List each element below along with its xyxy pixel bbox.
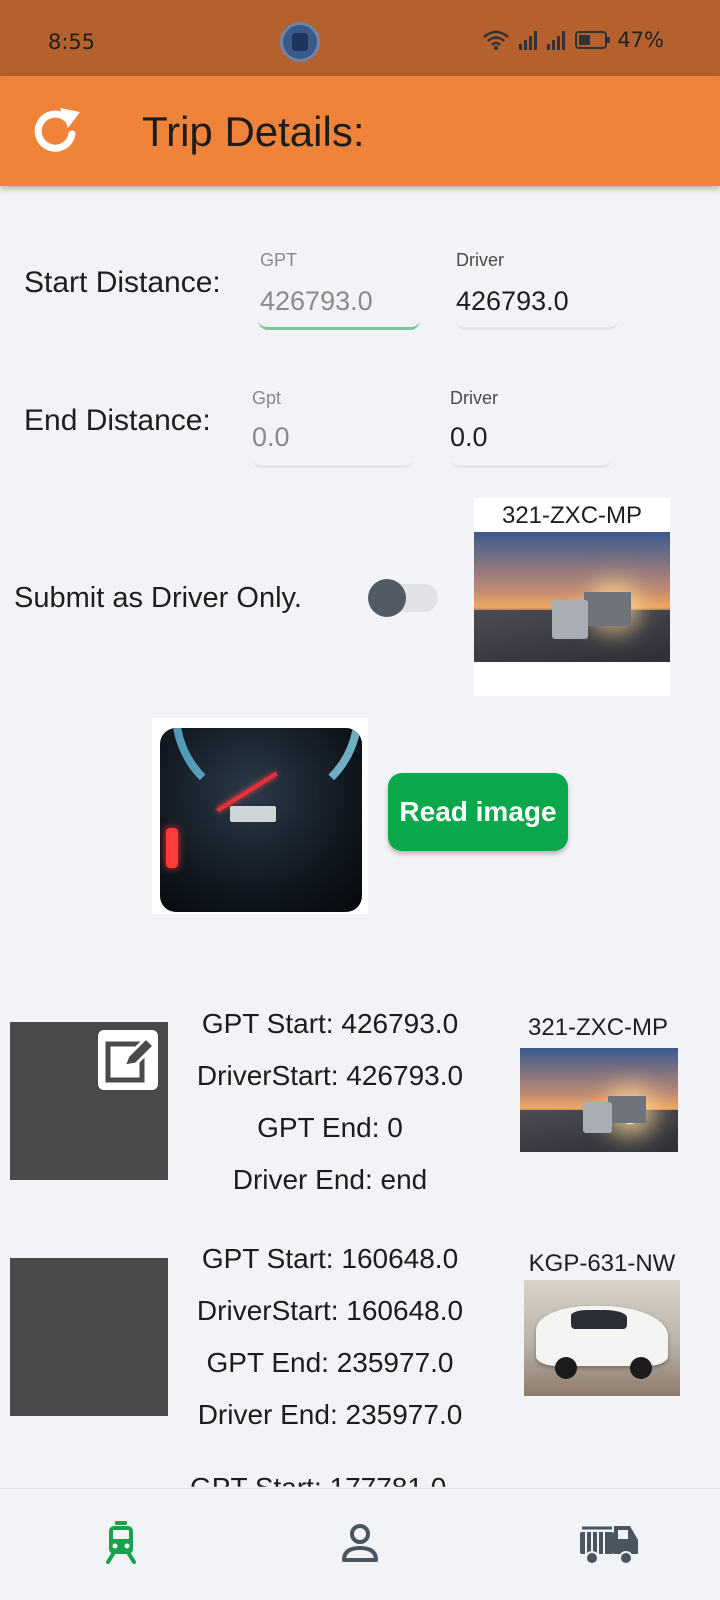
- page-title: Trip Details:: [142, 108, 365, 155]
- start-gpt-label: GPT: [260, 250, 298, 270]
- trip-thumbnail: [10, 1258, 168, 1416]
- start-distance-label: Start Distance:: [24, 266, 221, 299]
- trip-gpt-start: GPT Start: 160648.0: [201, 1243, 459, 1274]
- trip-plate: 321-ZXC-MP: [527, 1014, 669, 1041]
- app-notification-icon: [280, 22, 320, 62]
- wifi-icon: [483, 30, 510, 50]
- trip-driver-end: Driver End: 235977.0: [197, 1399, 463, 1430]
- user-icon[interactable]: [335, 1518, 385, 1568]
- odometer-photo: [160, 728, 362, 912]
- end-driver-label: Driver: [450, 388, 498, 408]
- trip-vehicle-photo: [520, 1048, 678, 1152]
- driver-only-label: Submit as Driver Only.: [14, 582, 302, 614]
- train-icon[interactable]: [96, 1518, 146, 1568]
- trip-vehicle-photo: [524, 1280, 680, 1396]
- status-icons: 47%: [483, 28, 664, 52]
- end-driver-value: 0.0: [450, 422, 488, 452]
- end-gpt-value: 0.0: [252, 422, 290, 452]
- refresh-icon[interactable]: [28, 104, 84, 160]
- trip-plate: KGP-631-NW: [528, 1250, 676, 1277]
- trip-gpt-end: GPT End: 0: [257, 1112, 403, 1143]
- trip-driver-start: DriverStart: 426793.0: [196, 1060, 464, 1091]
- edit-icon[interactable]: [98, 1030, 158, 1090]
- end-gpt-label: Gpt: [252, 388, 282, 408]
- driver-only-toggle-knob[interactable]: [368, 579, 406, 617]
- vehicle-plate: 321-ZXC-MP: [501, 502, 643, 529]
- end-distance-label: End Distance:: [24, 404, 211, 437]
- start-driver-label: Driver: [456, 250, 504, 270]
- truck-photo: [474, 532, 670, 662]
- trip-driver-end: Driver End: end: [232, 1164, 428, 1195]
- fire-truck-icon[interactable]: [578, 1518, 640, 1568]
- trip-gpt-end: GPT End: 235977.0: [206, 1347, 454, 1378]
- trip-details: GPT Start: 426793.0 DriverStart: 426793.…: [160, 998, 500, 1206]
- read-image-button[interactable]: Read image: [388, 773, 568, 851]
- start-gpt-value: 426793.0: [260, 286, 373, 316]
- start-driver-value: 426793.0: [456, 286, 569, 316]
- status-time: 8:55: [48, 30, 96, 54]
- signal-icon: [547, 30, 566, 50]
- trip-driver-start: DriverStart: 160648.0: [196, 1295, 464, 1326]
- trip-gpt-start: GPT Start: 426793.0: [201, 1008, 459, 1039]
- battery-icon: [575, 31, 611, 49]
- battery-percent: 47%: [617, 28, 664, 52]
- trip-details: GPT Start: 160648.0 DriverStart: 160648.…: [160, 1233, 500, 1441]
- signal-icon: [519, 30, 538, 50]
